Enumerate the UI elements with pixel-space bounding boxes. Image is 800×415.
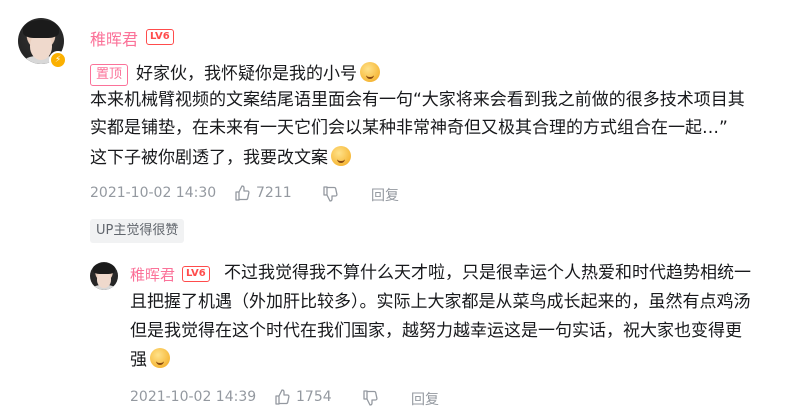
reply-text-line-4: 强 [130, 348, 170, 372]
comment-timestamp: 2021-10-02 14:30 [90, 185, 217, 201]
reply-button[interactable]: 回复 [371, 185, 399, 205]
comment-text-line-2: 本来机械臂视频的文案结尾语里面会有一句“大家将来会看到我之前做的很多技术项目其 [90, 90, 745, 110]
reply-reply-button[interactable]: 回复 [411, 389, 439, 409]
reply-level-badge: LV6 [182, 266, 210, 282]
reply-username[interactable]: 稚晖君 [130, 264, 175, 285]
doubt-emoji-icon [360, 62, 380, 82]
reply-text-segment: 强 [130, 350, 147, 370]
like-count: 7211 [256, 185, 292, 201]
verified-lightning-icon: ⚡ [49, 51, 67, 69]
comment-text-segment: 这下子被你剧透了，我要改文案 [90, 148, 328, 168]
up-liked-badge: UP主觉得很赞 [90, 219, 185, 243]
reply-text-line-1: 不过我觉得我不算什么天才啦，只是很幸运个人热爱和时代趋势相统一 [224, 263, 751, 283]
thumbs-down-icon[interactable] [322, 186, 338, 206]
pinned-tag: 置顶 [90, 64, 129, 86]
fist-emoji-icon [150, 348, 170, 368]
reply-avatar[interactable] [90, 262, 118, 290]
level-badge: LV6 [146, 29, 174, 45]
embarrassed-emoji-icon [331, 146, 351, 166]
comment-text-segment: 好家伙，我怀疑你是我的小号 [136, 64, 357, 84]
commenter-username[interactable]: 稚晖君 [90, 26, 138, 50]
thumbs-up-icon[interactable] [234, 185, 250, 205]
reply-thumbs-up-icon[interactable] [274, 389, 290, 409]
comment-text-line-3: 实都是铺垫，在未来有一天它们会以某种非常神奇但又极其合理的方式组合在一起…” [90, 118, 728, 138]
reply-thumbs-down-icon[interactable] [362, 390, 378, 410]
comment-text-line-4: 这下子被你剧透了，我要改文案 [90, 146, 351, 170]
reply-text-line-2: 且把握了机遇（外加肝比较多）。实际上大家都是从菜鸟成长起来的，虽然有点鸡汤 [130, 292, 751, 312]
comment-text-line-1: 好家伙，我怀疑你是我的小号 [136, 62, 380, 86]
reply-timestamp: 2021-10-02 14:39 [130, 389, 257, 405]
reply-like-count: 1754 [296, 389, 332, 405]
reply-text-line-3: 但是我觉得在这个时代在我们国家，越努力越幸运这是一句实话，祝大家也变得更 [130, 321, 742, 341]
